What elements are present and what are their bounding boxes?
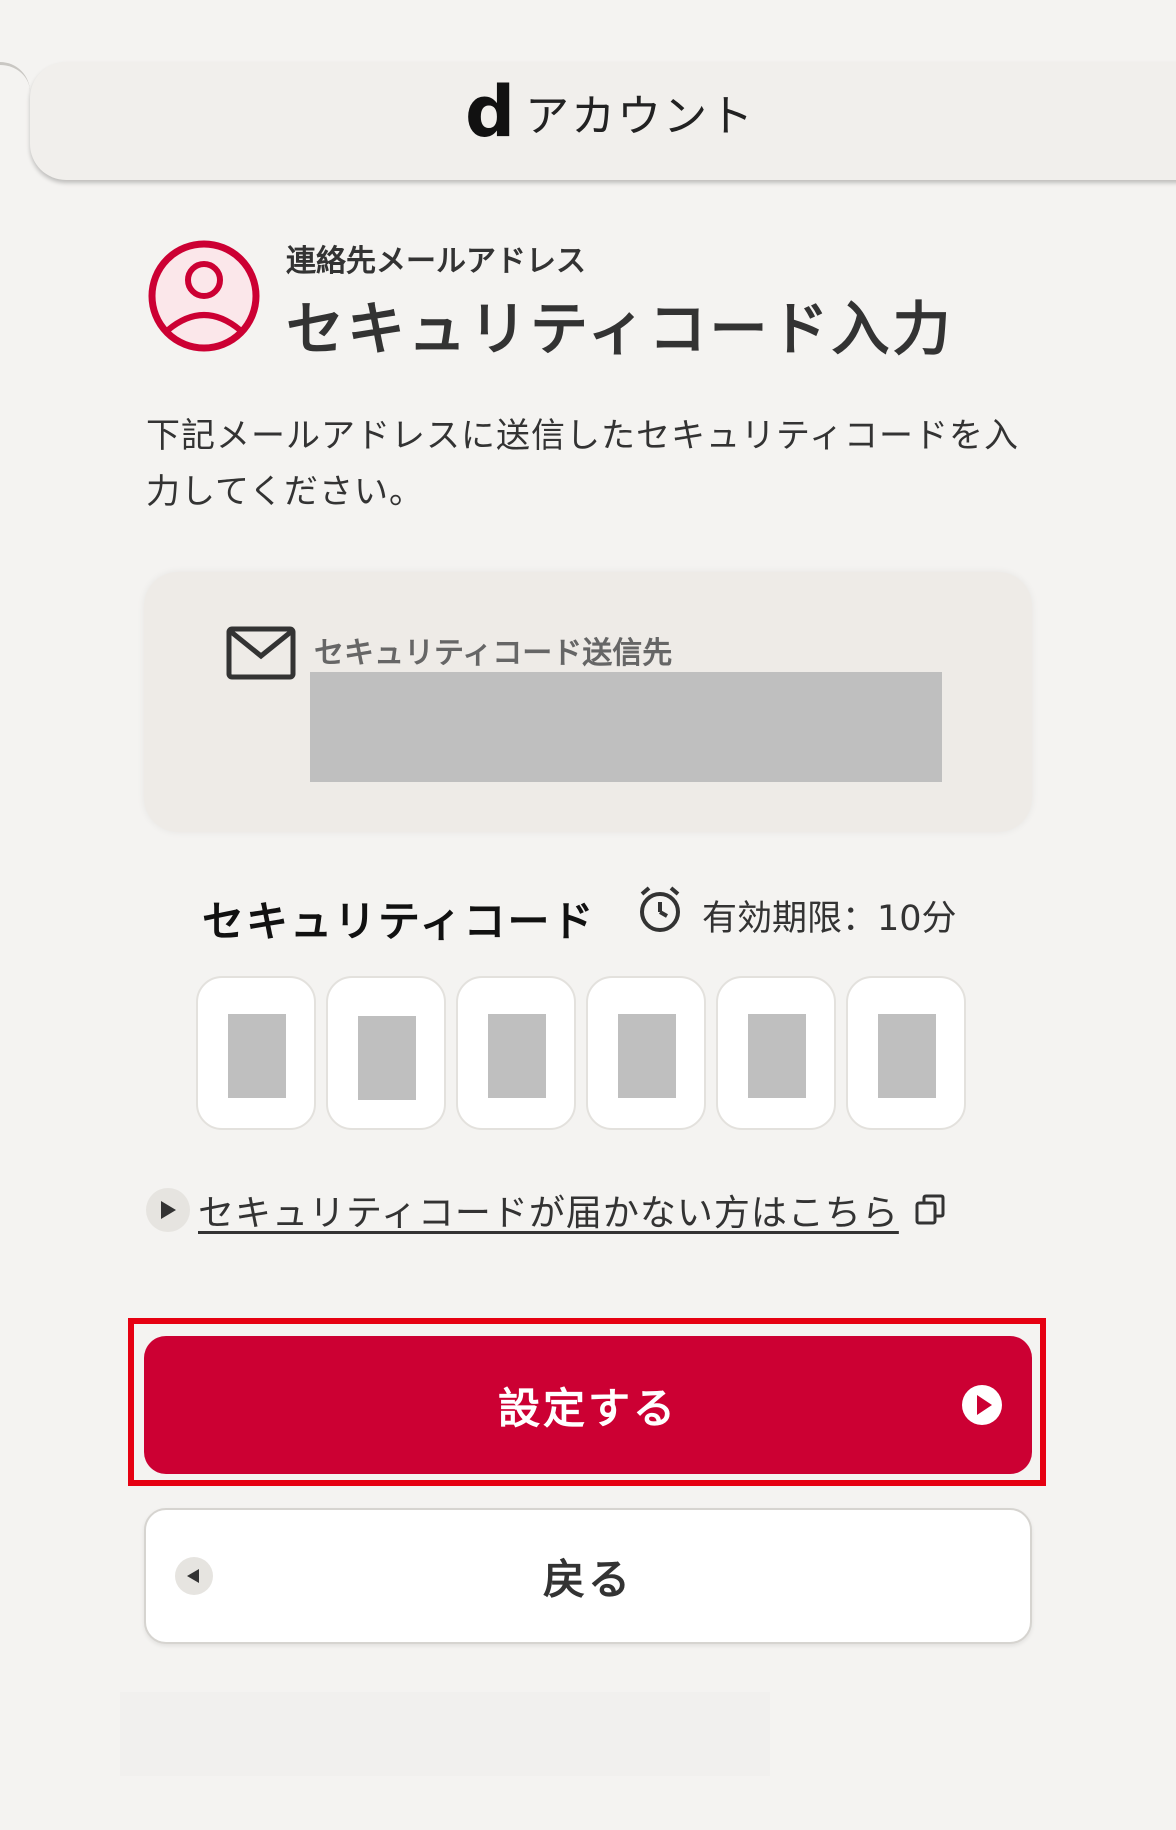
code-digit-input-5[interactable] xyxy=(716,976,836,1130)
submit-button[interactable]: 設定する xyxy=(144,1336,1032,1474)
brand-text: アカウント xyxy=(525,91,756,142)
help-link-row: セキュリティコードが届かない方はこちら xyxy=(146,1184,945,1236)
back-arrow-icon xyxy=(175,1557,213,1595)
code-digit-value xyxy=(488,1014,546,1098)
code-digit-value xyxy=(748,1014,806,1098)
page-subtitle: 連絡先メールアドレス xyxy=(286,244,586,279)
back-button-label: 戻る xyxy=(542,1554,633,1604)
brand-logo: d アカウント xyxy=(465,71,756,153)
code-digit-input-6[interactable] xyxy=(846,976,966,1130)
security-code-inputs xyxy=(196,976,966,1130)
timer-icon xyxy=(640,886,680,932)
email-destination-value xyxy=(310,672,942,782)
code-digit-value xyxy=(878,1014,936,1098)
code-digit-input-3[interactable] xyxy=(456,976,576,1130)
email-destination-card: セキュリティコード送信先 xyxy=(144,572,1032,832)
code-digit-value xyxy=(358,1016,416,1100)
code-digit-input-2[interactable] xyxy=(326,976,446,1130)
code-digit-value xyxy=(618,1014,676,1098)
validity-period: 有効期限：10分 xyxy=(702,899,957,939)
external-window-icon xyxy=(915,1194,945,1225)
mail-icon xyxy=(226,626,296,680)
play-icon xyxy=(146,1188,190,1232)
security-code-label: セキュリティコード xyxy=(202,897,596,946)
user-icon xyxy=(148,240,260,352)
submit-button-label: 設定する xyxy=(497,1383,678,1433)
brand-mark: d xyxy=(465,71,516,153)
instruction-text: 下記メールアドレスに送信したセキュリティコードを入力してください。 xyxy=(146,416,1019,512)
page-title: セキュリティコード入力 xyxy=(286,295,954,363)
code-digit-input-4[interactable] xyxy=(586,976,706,1130)
code-not-received-link[interactable]: セキュリティコードが届かない方はこちら xyxy=(198,1184,899,1236)
code-digit-value xyxy=(228,1014,286,1098)
email-destination-label: セキュリティコード送信先 xyxy=(314,636,673,671)
footer-placeholder xyxy=(120,1692,770,1776)
play-circle-icon xyxy=(962,1385,1002,1425)
back-button[interactable]: 戻る xyxy=(144,1508,1032,1644)
code-digit-input-1[interactable] xyxy=(196,976,316,1130)
page: d アカウント 連絡先メールアドレス セキュリティコード入力 下記メールアドレス… xyxy=(0,0,1176,1830)
header-edge xyxy=(0,62,30,105)
